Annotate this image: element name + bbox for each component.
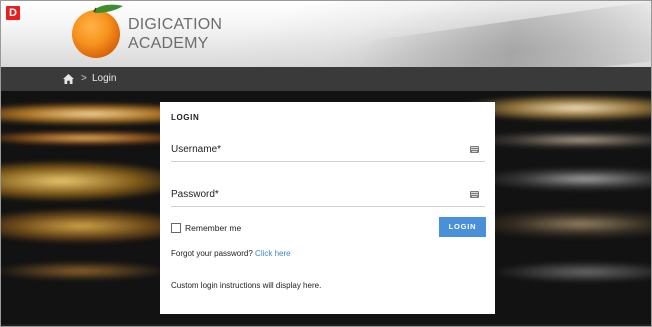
brand-name[interactable]: DIGICATION ACADEMY: [128, 15, 222, 53]
password-field[interactable]: Password*: [171, 185, 485, 207]
username-field[interactable]: Username*: [171, 140, 485, 162]
login-instructions: Custom login instructions will display h…: [171, 281, 322, 290]
forgot-password-link[interactable]: Click here: [255, 249, 291, 258]
breadcrumb: > Login: [1, 67, 651, 91]
keyboard-icon: [470, 146, 479, 153]
app-badge[interactable]: D: [6, 6, 20, 20]
page-frame: D DIGICATION ACADEMY > Login LOGIN Usern…: [0, 0, 652, 327]
orange-fruit-icon: [72, 4, 123, 58]
password-label: Password*: [171, 189, 219, 200]
brand-line-1: DIGICATION: [128, 16, 223, 33]
login-button[interactable]: LOGIN: [439, 217, 486, 237]
brand-line-2: ACADEMY: [128, 35, 209, 52]
login-title: LOGIN: [171, 113, 200, 122]
breadcrumb-separator: >: [81, 73, 87, 84]
login-card: LOGIN Username* Password* Remember me LO…: [160, 102, 495, 314]
remember-me-checkbox[interactable]: [171, 223, 181, 233]
site-header: D DIGICATION ACADEMY: [1, 1, 651, 67]
home-icon[interactable]: [63, 74, 74, 84]
keyboard-icon: [470, 191, 479, 198]
remember-me-label: Remember me: [185, 223, 242, 233]
forgot-password: Forgot your password? Click here: [171, 249, 291, 258]
username-label: Username*: [171, 144, 222, 155]
forgot-password-text: Forgot your password?: [171, 249, 256, 258]
breadcrumb-current: Login: [92, 73, 117, 84]
